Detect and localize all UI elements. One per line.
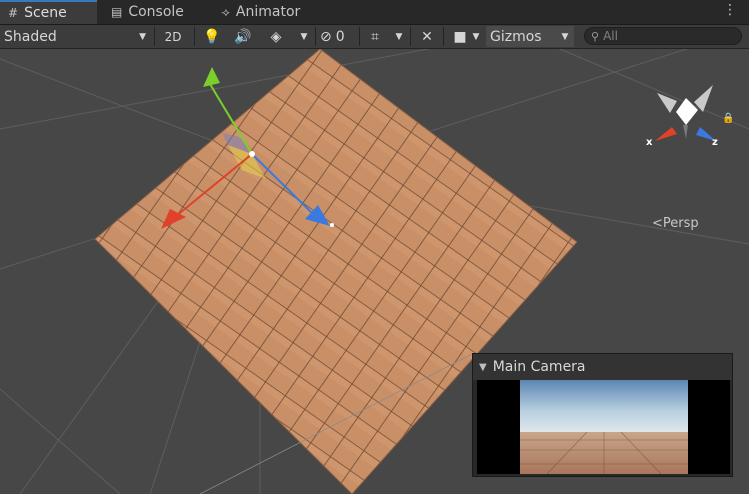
- grid-icon: #: [8, 6, 19, 20]
- camera-preview-image: [477, 380, 730, 475]
- search-input[interactable]: ⚲ All: [584, 27, 742, 45]
- console-icon: ▤: [111, 5, 123, 19]
- tab-bar: # Scene ▤ Console ⟢ Animator ⋮: [0, 0, 749, 25]
- tab-console-label: Console: [128, 4, 184, 20]
- layers-icon: ◈: [270, 28, 282, 45]
- axis-z-label: z: [712, 137, 718, 148]
- audio-toggle-button[interactable]: 🔊: [230, 26, 256, 47]
- eye-hidden-icon: ⊘: [320, 28, 332, 45]
- camera-preview-panel: ▼ Main Camera: [472, 353, 733, 477]
- shading-mode-dropdown[interactable]: Shaded ▼: [4, 26, 150, 47]
- more-options-icon[interactable]: ⋮: [723, 2, 737, 18]
- gizmo-y-arrow[interactable]: [203, 67, 220, 87]
- gizmos-label: Gizmos: [490, 28, 542, 45]
- caret-down-icon: ▼: [472, 31, 480, 42]
- separator: [194, 27, 195, 46]
- scene-toolbar: Shaded ▼ 2D 💡 🔊 ◈ ▼ ⊘ 0 ⌗ ▼ ✕ ■ ▼ Gizmos…: [0, 25, 749, 49]
- gizmos-button[interactable]: Gizmos: [486, 26, 562, 47]
- camera-icon: ■: [453, 28, 467, 45]
- tab-scene[interactable]: # Scene: [0, 0, 97, 24]
- persp-chevron-icon: <: [652, 216, 663, 231]
- caret-down-icon: ▼: [395, 31, 403, 42]
- grid-snap-icon: ⌗: [371, 28, 379, 45]
- toggle-2d-button[interactable]: 2D: [158, 26, 188, 47]
- speaker-icon: 🔊: [234, 28, 252, 45]
- grid-dropdown[interactable]: ▼: [391, 26, 407, 47]
- caret-down-icon: ▼: [561, 31, 569, 42]
- gizmos-dropdown[interactable]: ▼: [556, 26, 574, 47]
- lock-icon[interactable]: 🔒: [722, 113, 734, 124]
- separator: [443, 27, 444, 46]
- tools-button[interactable]: ✕: [414, 26, 440, 47]
- toggle-2d-label: 2D: [164, 29, 182, 44]
- lightbulb-icon: 💡: [203, 28, 221, 45]
- caret-down-icon: ▼: [300, 31, 308, 42]
- search-icon: ⚲: [591, 29, 600, 43]
- camera-preview-title: Main Camera: [492, 359, 586, 375]
- scene-visibility-toggle[interactable]: ⊘ 0: [320, 26, 356, 47]
- tab-animator-label: Animator: [235, 4, 301, 20]
- projection-toggle[interactable]: <Persp: [652, 216, 699, 231]
- separator: [154, 27, 155, 46]
- tab-scene-label: Scene: [24, 5, 67, 21]
- projection-label: Persp: [662, 216, 699, 231]
- animator-icon: ⟢: [221, 4, 230, 19]
- search-placeholder: All: [603, 29, 618, 43]
- effects-dropdown[interactable]: ▼: [296, 26, 312, 47]
- effects-toggle-button[interactable]: ◈: [263, 26, 289, 47]
- camera-dropdown[interactable]: ▼: [468, 26, 484, 47]
- shading-mode-label: Shaded: [4, 28, 57, 45]
- separator: [315, 27, 316, 46]
- axis-x-label: x: [646, 137, 653, 148]
- grid-snap-button[interactable]: ⌗: [362, 26, 388, 47]
- tools-icon: ✕: [421, 28, 433, 45]
- separator: [410, 27, 411, 46]
- hidden-count: 0: [335, 28, 345, 45]
- lighting-toggle-button[interactable]: 💡: [199, 26, 225, 47]
- camera-preview-header[interactable]: ▼ Main Camera: [473, 354, 732, 380]
- separator: [359, 27, 360, 46]
- tab-animator[interactable]: ⟢ Animator: [213, 0, 323, 24]
- collapse-triangle-icon[interactable]: ▼: [479, 362, 487, 373]
- caret-down-icon: ▼: [139, 31, 146, 42]
- gizmo-center[interactable]: [249, 151, 255, 157]
- tab-console[interactable]: ▤ Console: [103, 0, 211, 24]
